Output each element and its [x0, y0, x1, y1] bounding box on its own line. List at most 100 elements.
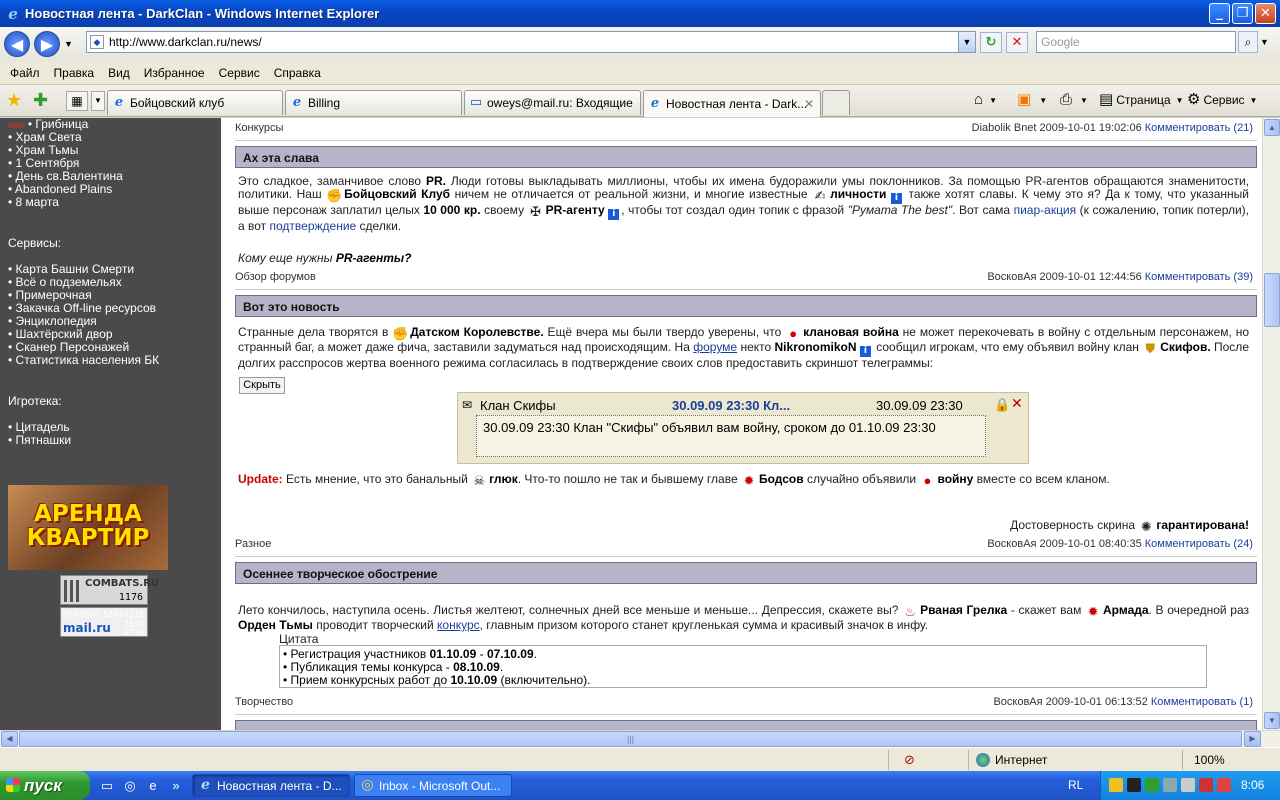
info-icon[interactable]: i — [859, 346, 871, 357]
title-bar: e Новостная лента - DarkClan - Windows I… — [0, 0, 1280, 27]
history-dropdown-icon[interactable]: ▼ — [64, 39, 73, 49]
tray-icon-1[interactable] — [1109, 778, 1123, 792]
scroll-thumb[interactable] — [1264, 273, 1280, 327]
quicklaunch-more-icon[interactable]: » — [167, 777, 185, 794]
address-dropdown-icon[interactable]: ▼ — [958, 32, 975, 52]
tab-news[interactable]: e Новостная лента - Dark... ✕ — [643, 90, 821, 117]
quote-block: Цитата • Регистрация участников 01.10.09… — [279, 632, 1207, 688]
address-field[interactable]: ◆ http://www.darkclan.ru/news/ ▼ — [86, 31, 976, 53]
banner-line1: АРЕНДА — [34, 501, 142, 527]
info-icon[interactable]: i — [608, 209, 620, 220]
mailru-counter[interactable]: РЕЙТИНГ 52674172 mail.ru 7547 2739 — [60, 607, 148, 637]
comment-link[interactable]: Комментировать (21) — [1145, 122, 1253, 134]
combats-counter[interactable]: COMBATS.RU 1176 — [60, 575, 159, 605]
close-button[interactable]: ✕ — [1255, 3, 1276, 24]
menu-tools[interactable]: Сервис — [212, 66, 267, 80]
tab-list-dropdown-icon[interactable]: ▼ — [91, 91, 105, 111]
favorites-star-icon[interactable]: ★ — [6, 91, 22, 109]
news-feed: Конкурсы Diabolik Bnet 2009-10-01 19:02:… — [231, 118, 1257, 730]
tray-icon-5[interactable] — [1181, 778, 1195, 792]
sidebar-item-fifteen[interactable]: • Пятнашки — [8, 434, 71, 447]
minimize-button[interactable]: _ — [1209, 3, 1230, 24]
post-category[interactable]: Обзор форумов — [235, 271, 316, 283]
tray-icon-4[interactable] — [1163, 778, 1177, 792]
post-category[interactable]: Разное — [235, 538, 271, 550]
quick-tabs-icon[interactable]: ▦ — [66, 91, 88, 111]
tab-mail[interactable]: ▭ oweys@mail.ru: Входящие — [464, 90, 641, 115]
quicklaunch-ie-icon[interactable]: e — [144, 777, 162, 794]
maximize-button[interactable]: ❐ — [1232, 3, 1253, 24]
status-bar: ⊘ Интернет 100% — [0, 747, 1280, 771]
refresh-button[interactable]: ↻ — [980, 32, 1002, 53]
forum-link[interactable]: форуме — [693, 340, 737, 354]
lock-icon: 🔒 — [994, 397, 1011, 412]
counter-label: COMBATS.RU — [85, 578, 160, 589]
scroll-right-icon[interactable]: ▶ — [1244, 731, 1261, 747]
next-post-title — [235, 720, 1257, 730]
show-desktop-icon[interactable]: ▭ — [98, 777, 116, 794]
bar-chart-icon — [64, 580, 82, 602]
tab-label: oweys@mail.ru: Входящие — [487, 96, 633, 110]
post-category[interactable]: Творчество — [235, 696, 293, 708]
quote-label: Цитата — [279, 632, 319, 646]
close-tab-icon[interactable]: ✕ — [804, 97, 814, 111]
start-label: пуск — [24, 775, 62, 795]
menu-bar: Файл Правка Вид Избранное Сервис Справка — [0, 61, 1280, 85]
search-dropdown-icon[interactable]: ▼ — [1260, 37, 1269, 47]
rent-banner[interactable]: АРЕНДА КВАРТИР — [8, 485, 168, 570]
tools-menu[interactable]: ⚙ Сервис ▼ — [1187, 91, 1257, 109]
scroll-thumb-h[interactable]: ||| — [19, 731, 1242, 747]
rss-icon: ▣ — [1017, 91, 1032, 108]
contest-link[interactable]: конкурс — [437, 618, 480, 632]
scroll-down-icon[interactable]: ▼ — [1264, 712, 1280, 729]
tray-icon-7[interactable] — [1217, 778, 1231, 792]
sidebar-item-march8[interactable]: • 8 марта — [8, 196, 59, 209]
horizontal-scrollbar[interactable]: ◀ ||| ▶ — [0, 730, 1280, 747]
pr-action-link[interactable]: пиар-акция — [1014, 203, 1077, 217]
address-url[interactable]: http://www.darkclan.ru/news/ — [109, 35, 262, 49]
task-ie[interactable]: e Новостная лента - D... — [192, 774, 350, 797]
zoom-level[interactable]: 100% — [1194, 753, 1225, 767]
menu-view[interactable]: Вид — [101, 66, 137, 80]
vertical-scrollbar[interactable]: ▲ ▼ — [1262, 118, 1280, 730]
back-button[interactable]: ◀ — [4, 31, 30, 57]
post-category[interactable]: Конкурсы — [235, 122, 283, 134]
start-button[interactable]: пуск — [0, 771, 90, 800]
language-indicator[interactable]: RL — [1068, 778, 1083, 792]
stop-button[interactable]: ✕ — [1006, 32, 1028, 53]
comment-link[interactable]: Комментировать (1) — [1151, 696, 1253, 708]
sidebar-item-statistics[interactable]: • Статистика населения БК — [8, 354, 159, 367]
comment-link[interactable]: Комментировать (24) — [1145, 538, 1253, 550]
new-tab-button[interactable] — [822, 90, 850, 115]
banner-line2: КВАРТИР — [26, 525, 150, 551]
tab-billing[interactable]: e Billing — [285, 90, 462, 115]
menu-favorites[interactable]: Избранное — [137, 66, 212, 80]
tray-icon-2[interactable] — [1127, 778, 1141, 792]
post-meta: Обзор форумов ВосковАя 2009-10-01 12:44:… — [235, 271, 1253, 285]
page-menu[interactable]: ▤ Страница ▼ — [1099, 91, 1184, 109]
menu-file[interactable]: Файл — [3, 66, 47, 80]
search-input[interactable]: Google — [1036, 31, 1236, 53]
scroll-left-icon[interactable]: ◀ — [1, 731, 18, 747]
menu-help[interactable]: Справка — [267, 66, 328, 80]
menu-edit[interactable]: Правка — [47, 66, 102, 80]
hide-button[interactable]: Скрыть — [239, 377, 285, 394]
tray-icon-6[interactable] — [1199, 778, 1213, 792]
confirmation-link[interactable]: подтверждение — [270, 219, 357, 233]
comment-link[interactable]: Комментировать (39) — [1145, 271, 1253, 283]
tools-menu-label: Сервис — [1203, 93, 1245, 107]
home-button[interactable]: ⌂ ▼ — [974, 91, 997, 109]
forward-button[interactable]: ▶ — [34, 31, 60, 57]
scroll-up-icon[interactable]: ▲ — [1264, 119, 1280, 136]
task-outlook[interactable]: ◎ Inbox - Microsoft Out... — [354, 774, 512, 797]
privacy-icon[interactable]: ⊘ — [904, 752, 915, 768]
print-button[interactable]: ⎙ ▼ — [1060, 91, 1088, 109]
quicklaunch-outlook-icon[interactable]: ◎ — [121, 777, 139, 794]
search-icon[interactable]: ⌕ — [1238, 31, 1258, 53]
delete-icon: ✕ — [1011, 396, 1023, 412]
add-favorite-icon[interactable]: ✚ — [33, 91, 48, 109]
tray-icon-3[interactable] — [1145, 778, 1159, 792]
telegram-sender: Клан Скифы — [480, 398, 556, 413]
feeds-button[interactable]: ▣ ▼ — [1017, 91, 1047, 109]
tab-fight-club[interactable]: e Бойцовский клуб — [107, 90, 283, 115]
